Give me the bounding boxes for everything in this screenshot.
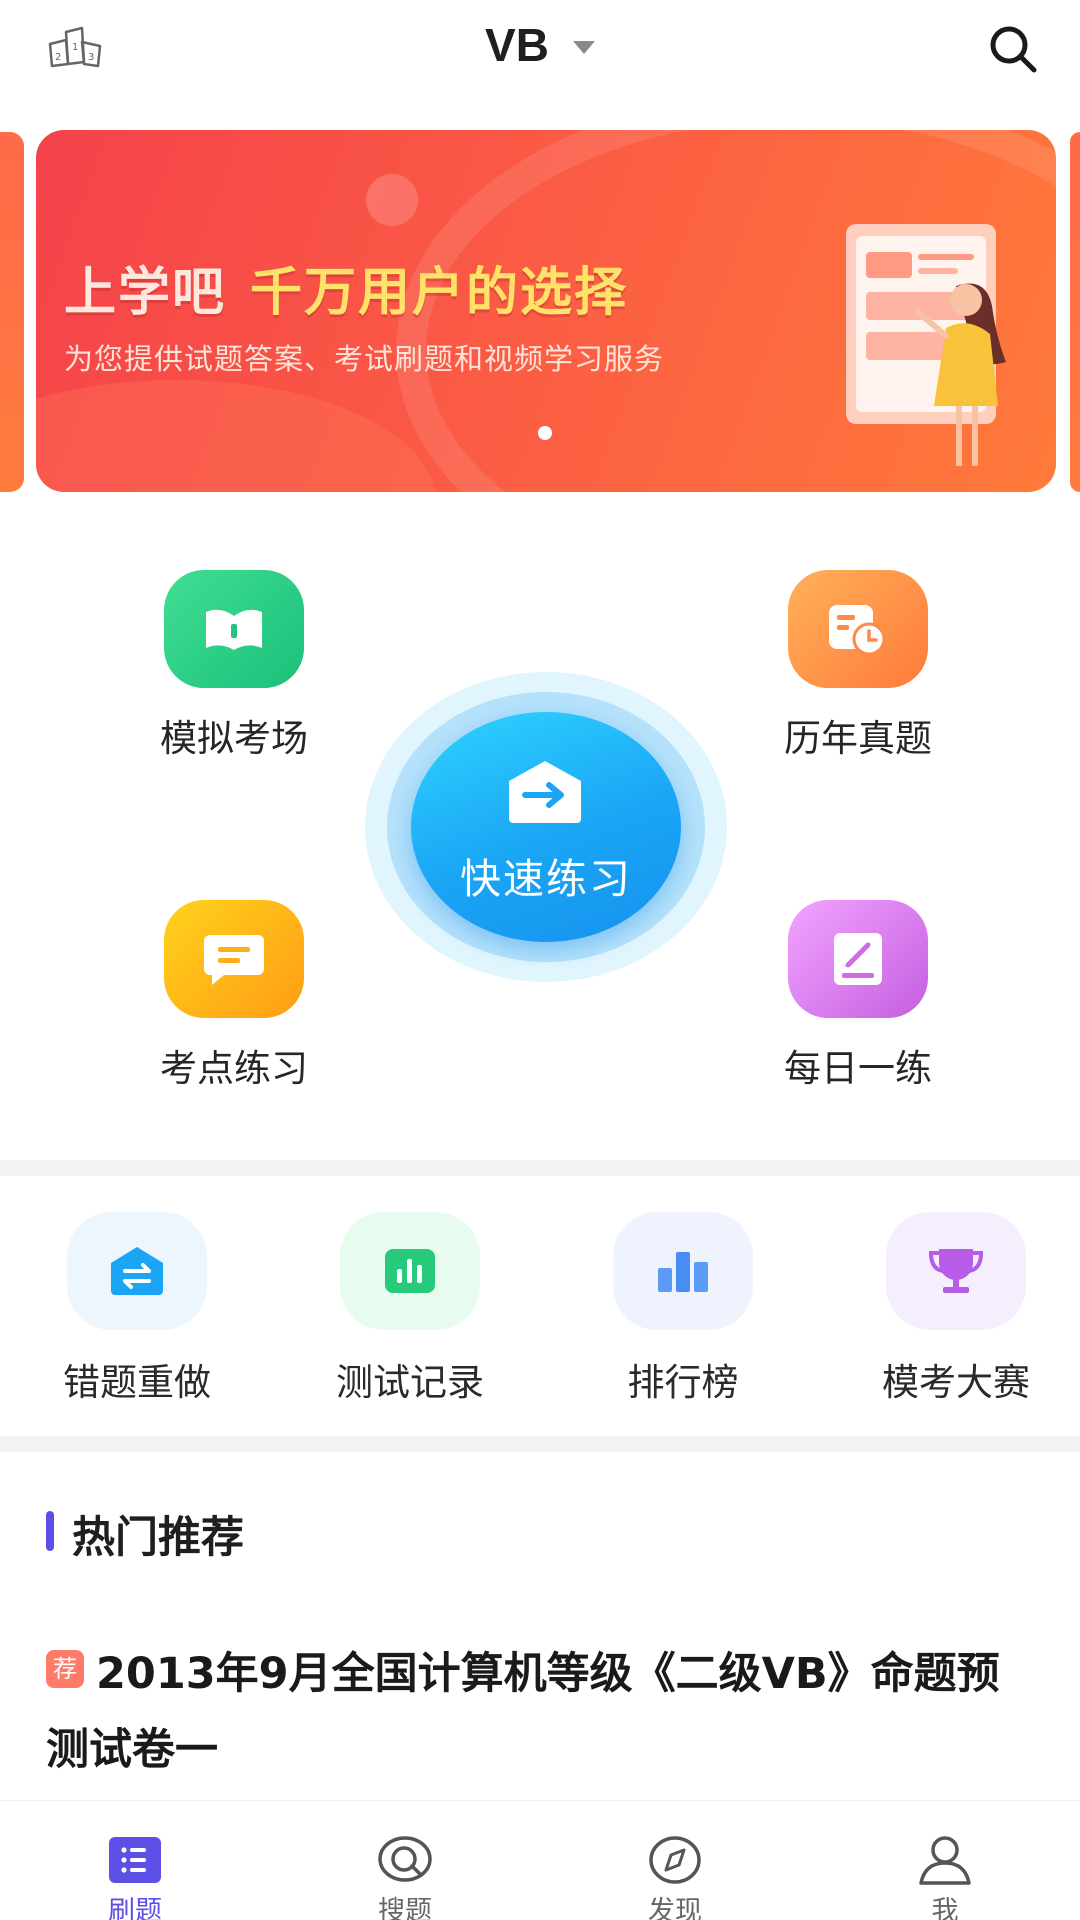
user-icon bbox=[919, 1836, 971, 1885]
tool-label: 错题重做 bbox=[63, 1361, 211, 1404]
notebook-pen-icon bbox=[788, 900, 928, 1018]
daily-practice-button[interactable]: 每日一练 bbox=[748, 900, 968, 1092]
banner-decor-dot bbox=[366, 174, 418, 226]
banner-decor-blob bbox=[36, 380, 436, 492]
open-book-icon bbox=[164, 570, 304, 688]
tool-label: 排行榜 bbox=[627, 1361, 739, 1404]
banner-title: 上学吧 千万用户的选择 bbox=[64, 263, 629, 323]
hot-recommend-title: 热门推荐 bbox=[72, 1513, 244, 1563]
arrow-house-icon bbox=[509, 761, 581, 823]
search-icon[interactable] bbox=[986, 22, 1040, 76]
recommended-paper-title[interactable]: 2013年9月全国计算机等级《二级VB》命题预测试卷一 bbox=[46, 1636, 1036, 1788]
bottom-tab-bar: 刷题 搜题 发现 我 bbox=[0, 1800, 1080, 1920]
section-divider bbox=[0, 1436, 1080, 1452]
mock-exam-button[interactable]: 模拟考场 bbox=[124, 570, 344, 762]
point-practice-button[interactable]: 考点练习 bbox=[124, 900, 344, 1092]
tool-test-record[interactable]: 测试记录 bbox=[305, 1212, 515, 1406]
calendar-clock-icon bbox=[788, 570, 928, 688]
past-papers-button[interactable]: 历年真题 bbox=[748, 570, 968, 762]
tool-mock-contest[interactable]: 模考大赛 bbox=[851, 1212, 1061, 1406]
recommend-badge: 荐 bbox=[46, 1650, 84, 1688]
tab-practice[interactable]: 刷题 bbox=[0, 1801, 270, 1920]
search-question-icon bbox=[378, 1836, 432, 1882]
tab-label: 发现 bbox=[648, 1896, 702, 1920]
woman-presenting-illustration bbox=[846, 224, 1006, 466]
quick-practice-label: 快速练习 bbox=[460, 855, 632, 903]
tab-search-question[interactable]: 搜题 bbox=[270, 1801, 540, 1920]
tool-label: 测试记录 bbox=[336, 1361, 484, 1404]
promo-banner[interactable]: 上学吧 千万用户的选择 为您提供试题答案、考试刷题和视频学习服务 bbox=[36, 130, 1056, 492]
chat-bubble-icon bbox=[164, 900, 304, 1018]
banner-next-peek bbox=[1070, 132, 1080, 492]
tool-redo-wrong[interactable]: 错题重做 bbox=[32, 1212, 242, 1406]
tab-me[interactable]: 我 bbox=[810, 1801, 1080, 1920]
subject-name: VB bbox=[485, 19, 549, 71]
record-chart-icon bbox=[340, 1212, 480, 1330]
compass-icon bbox=[649, 1836, 701, 1884]
banner-prev-peek bbox=[0, 132, 24, 492]
banner-subtitle: 为您提供试题答案、考试刷题和视频学习服务 bbox=[64, 342, 665, 376]
subject-selector[interactable]: VB bbox=[0, 18, 1080, 72]
list-icon bbox=[109, 1837, 161, 1883]
tab-label: 刷题 bbox=[108, 1896, 162, 1920]
point-practice-label: 考点练习 bbox=[160, 1047, 308, 1090]
banner-page-indicator bbox=[538, 426, 552, 440]
tool-label: 模考大赛 bbox=[882, 1361, 1030, 1404]
quick-practice-button[interactable]: 快速练习 bbox=[365, 672, 727, 982]
tab-label: 搜题 bbox=[378, 1896, 432, 1920]
chevron-down-icon bbox=[572, 40, 595, 54]
top-header: 2 1 3 VB bbox=[0, 0, 1080, 96]
leaderboard-icon bbox=[613, 1212, 753, 1330]
section-accent-bar bbox=[46, 1511, 54, 1551]
quick-practice-core bbox=[411, 712, 681, 942]
daily-practice-label: 每日一练 bbox=[784, 1047, 932, 1090]
tool-leaderboard[interactable]: 排行榜 bbox=[578, 1212, 788, 1406]
mock-exam-label: 模拟考场 bbox=[160, 717, 308, 760]
trophy-icon bbox=[886, 1212, 1026, 1330]
redo-swap-icon bbox=[67, 1212, 207, 1330]
section-divider bbox=[0, 1160, 1080, 1176]
past-papers-label: 历年真题 bbox=[784, 717, 932, 760]
tab-discover[interactable]: 发现 bbox=[540, 1801, 810, 1920]
tab-label: 我 bbox=[931, 1896, 959, 1920]
